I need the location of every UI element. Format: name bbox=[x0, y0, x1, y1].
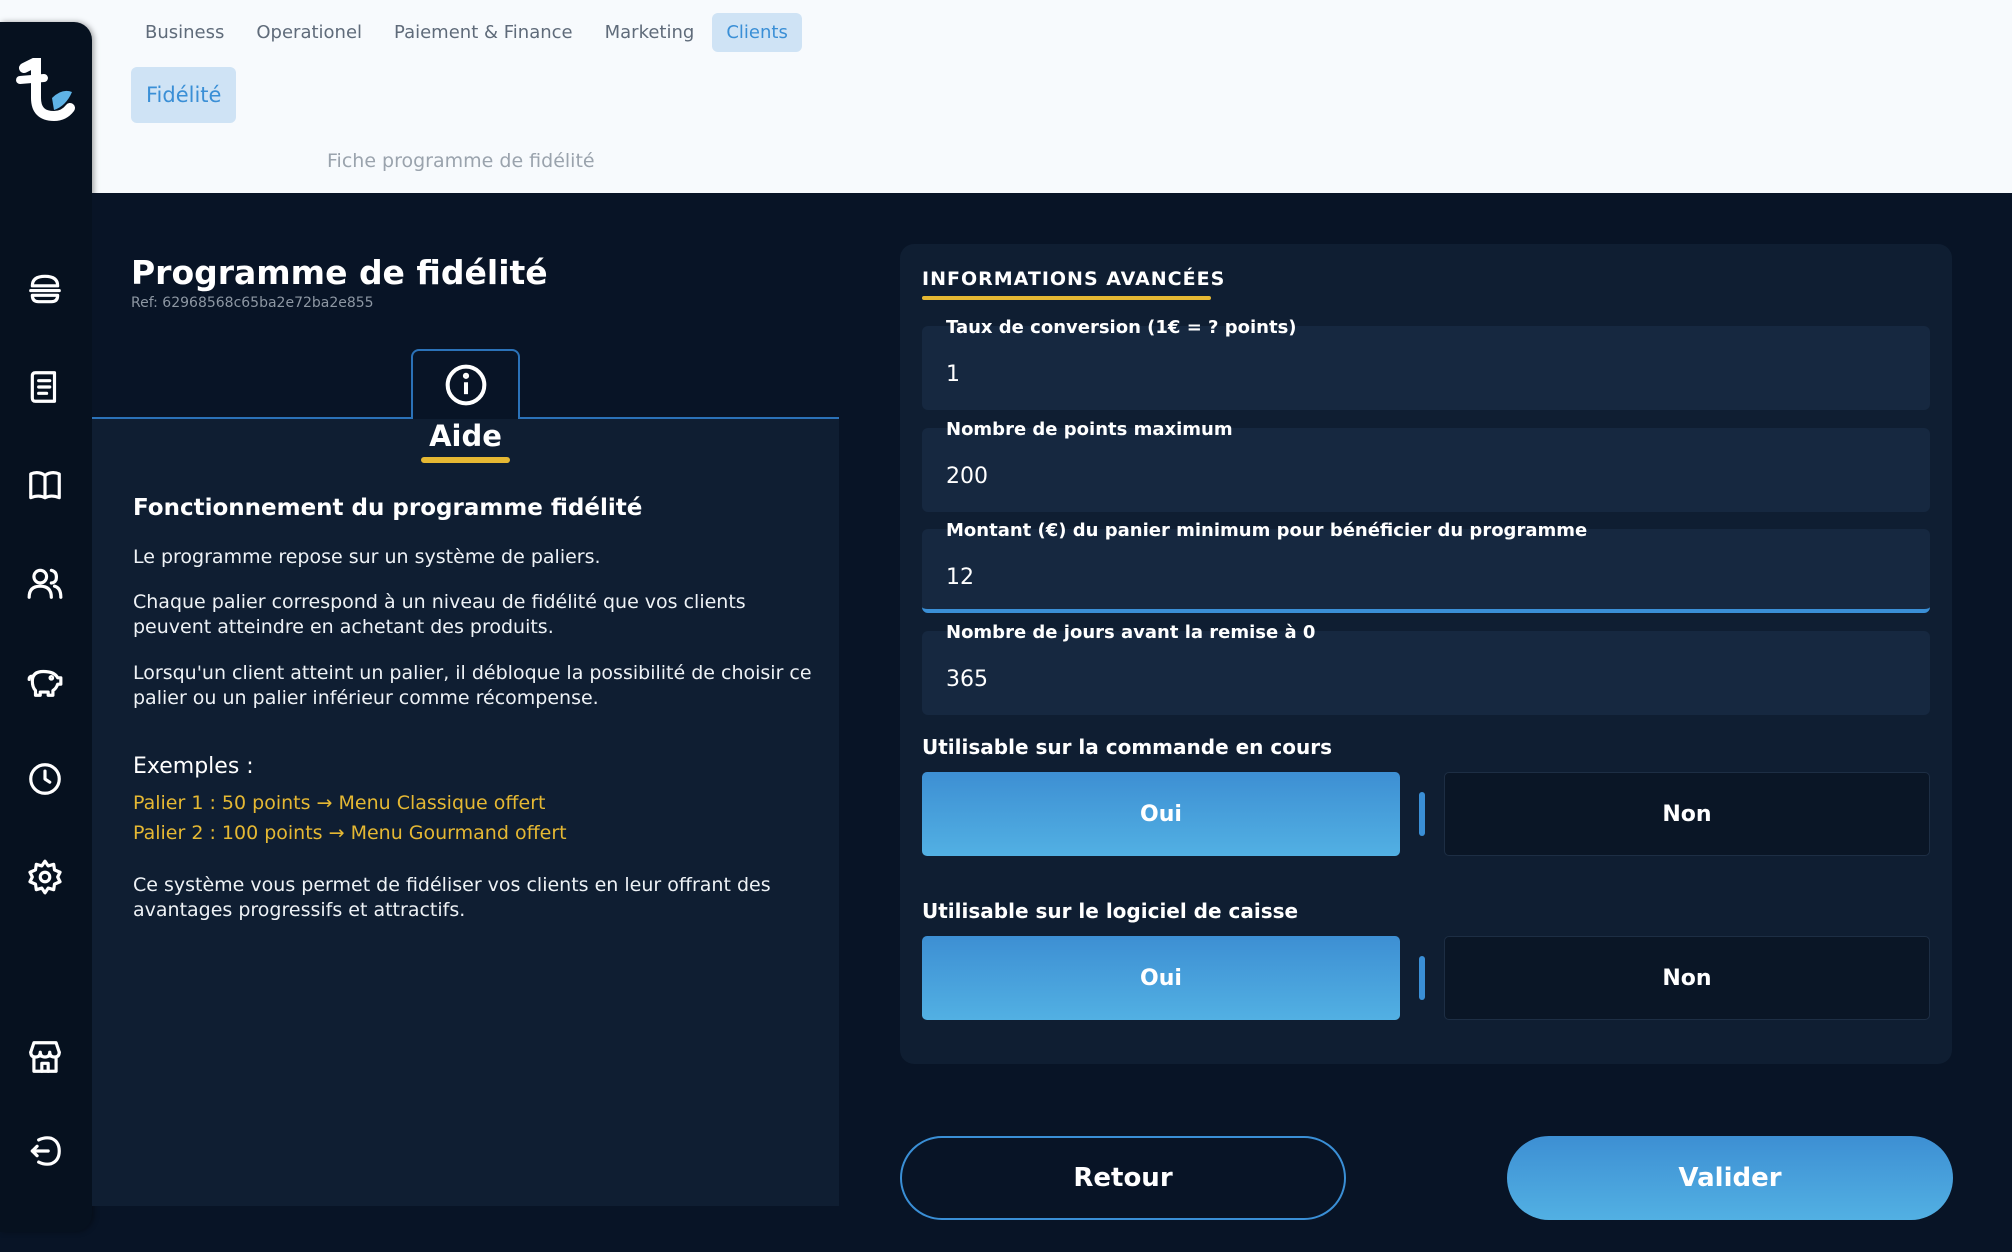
store-icon[interactable] bbox=[24, 1036, 66, 1078]
users-icon[interactable] bbox=[24, 562, 66, 604]
tab-paiement-finance[interactable]: Paiement & Finance bbox=[380, 13, 587, 52]
help-paragraph-4: Ce système vous permet de fidéliser vos … bbox=[133, 874, 771, 921]
program-title: Programme de fidélité bbox=[131, 253, 548, 292]
conversion-rate-input[interactable] bbox=[946, 354, 1906, 394]
conversion-rate-field: Taux de conversion (1€ = ? points) bbox=[922, 317, 1930, 410]
tab-business[interactable]: Business bbox=[131, 13, 238, 52]
section-title: INFORMATIONS AVANCÉES bbox=[922, 268, 1226, 290]
gear-icon[interactable] bbox=[24, 856, 66, 898]
book-icon[interactable] bbox=[24, 464, 66, 506]
tab-marketing[interactable]: Marketing bbox=[591, 13, 709, 52]
max-points-input[interactable] bbox=[946, 456, 1906, 496]
help-tab-underline bbox=[421, 457, 510, 463]
min-basket-field: Montant (€) du panier minimum pour bénéf… bbox=[922, 520, 1930, 613]
validate-button[interactable]: Valider bbox=[1507, 1136, 1953, 1220]
help-panel: Programme de fidélité Ref: 62968568c65ba… bbox=[92, 193, 839, 1206]
help-tab-label: Aide bbox=[429, 419, 502, 453]
sidebar bbox=[0, 22, 92, 1232]
info-icon bbox=[445, 364, 486, 406]
subtab-fidelite[interactable]: Fidélité bbox=[131, 67, 237, 123]
page-subtitle: Fiche programme de fidélité bbox=[327, 150, 595, 172]
toggle-pos-label: Utilisable sur le logiciel de caisse bbox=[922, 899, 1299, 923]
back-button[interactable]: Retour bbox=[900, 1136, 1346, 1220]
example-1: Palier 1 : 50 points → Menu Classique of… bbox=[133, 792, 546, 814]
top-header: Business Operationel Paiement & Finance … bbox=[0, 0, 2012, 193]
current-order-no-button[interactable]: Non bbox=[1444, 772, 1930, 856]
help-paragraph-2: Chaque palier correspond à un niveau de … bbox=[133, 591, 746, 638]
advanced-info-form: INFORMATIONS AVANCÉES Taux de conversion… bbox=[900, 244, 1952, 1064]
pos-no-button[interactable]: Non bbox=[1444, 936, 1930, 1020]
main-nav-tabs: Business Operationel Paiement & Finance … bbox=[131, 13, 802, 52]
reset-days-field: Nombre de jours avant la remise à 0 bbox=[922, 622, 1930, 715]
piggy-bank-icon[interactable] bbox=[24, 660, 66, 702]
toggle-separator bbox=[1419, 956, 1425, 1000]
tab-operationel[interactable]: Operationel bbox=[242, 13, 376, 52]
toggle-current-order-label: Utilisable sur la commande en cours bbox=[922, 735, 1332, 759]
field-label: Montant (€) du panier minimum pour bénéf… bbox=[946, 520, 1588, 541]
field-label: Nombre de jours avant la remise à 0 bbox=[946, 622, 1316, 643]
max-points-field: Nombre de points maximum bbox=[922, 419, 1930, 512]
example-2: Palier 2 : 100 points → Menu Gourmand of… bbox=[133, 822, 567, 844]
field-label: Nombre de points maximum bbox=[946, 419, 1233, 440]
tab-clients[interactable]: Clients bbox=[712, 13, 802, 52]
help-paragraph-3: Lorsqu'un client atteint un palier, il d… bbox=[133, 662, 812, 709]
program-ref: Ref: 62968568c65ba2e72ba2e855 bbox=[131, 295, 374, 311]
clock-icon[interactable] bbox=[24, 758, 66, 800]
brand-logo[interactable] bbox=[14, 53, 78, 128]
info-tab[interactable] bbox=[411, 349, 520, 419]
reset-days-input[interactable] bbox=[946, 659, 1906, 699]
field-label: Taux de conversion (1€ = ? points) bbox=[946, 317, 1297, 338]
pos-yes-button[interactable]: Oui bbox=[922, 936, 1400, 1020]
examples-heading: Exemples : bbox=[133, 754, 254, 779]
receipt-icon[interactable] bbox=[24, 366, 66, 408]
help-paragraph-1: Le programme repose sur un système de pa… bbox=[133, 546, 601, 568]
logout-icon[interactable] bbox=[24, 1130, 66, 1172]
section-underline bbox=[922, 296, 1211, 300]
help-heading: Fonctionnement du programme fidélité bbox=[133, 495, 643, 521]
toggle-separator bbox=[1419, 792, 1425, 836]
min-basket-input[interactable] bbox=[946, 557, 1906, 597]
burger-icon[interactable] bbox=[24, 268, 66, 310]
current-order-yes-button[interactable]: Oui bbox=[922, 772, 1400, 856]
